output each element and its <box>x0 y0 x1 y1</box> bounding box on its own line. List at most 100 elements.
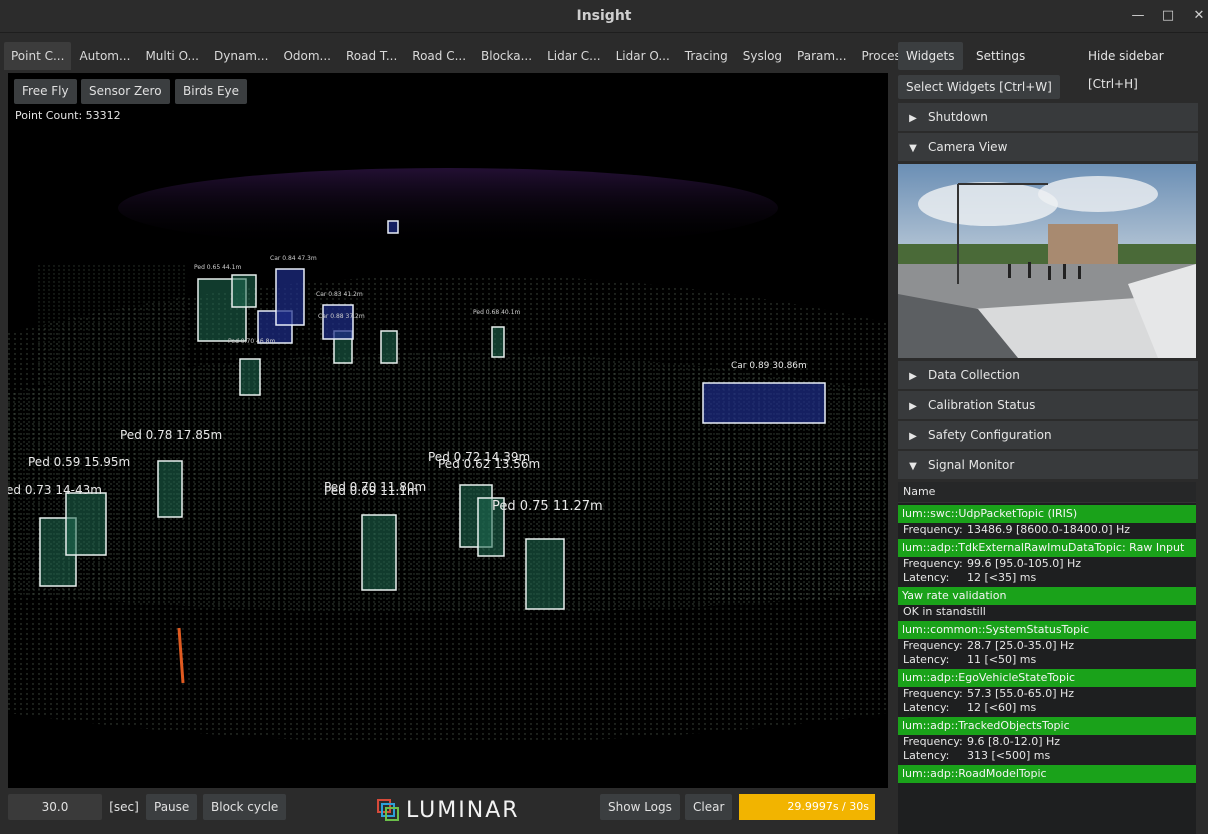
section-label: Data Collection <box>928 368 1020 382</box>
detection-label: Car 0.83 41.2m <box>316 291 363 298</box>
signal-row: Frequency: 57.3 [55.0-65.0] Hz <box>903 687 1075 700</box>
free-fly-button[interactable]: Free Fly <box>14 79 77 104</box>
birds-eye-button[interactable]: Birds Eye <box>175 79 248 104</box>
hide-sidebar-button[interactable]: Hide sidebar [Ctrl+H] <box>1080 42 1208 91</box>
detection-label: Car 0.84 47.3m <box>270 255 317 262</box>
column-header-name: Name <box>898 482 1196 503</box>
playback-bar: 30.0 [sec] Pause Block cycle LUMINAR Sho… <box>0 790 890 834</box>
tab-parameters[interactable]: Param... <box>790 42 853 70</box>
car-box-1 <box>702 382 826 424</box>
section-shutdown[interactable]: ▶ Shutdown <box>898 103 1198 131</box>
pause-button[interactable]: Pause <box>146 794 198 820</box>
signal-topic[interactable]: Yaw rate validation <box>898 587 1196 605</box>
tab-settings[interactable]: Settings <box>968 42 1033 70</box>
playback-progress: 29.9997s / 30s <box>739 794 875 820</box>
signal-monitor-list[interactable]: Name lum::swc::UdpPacketTopic (IRIS) Fre… <box>898 482 1196 834</box>
detection-label: ed 0.73 14-43m <box>8 483 102 497</box>
luminar-logo: LUMINAR <box>376 796 520 824</box>
tab-road-c[interactable]: Road C... <box>405 42 473 70</box>
signal-row: OK in standstill <box>903 605 986 618</box>
detection-label: Ped 0.68 40.1m <box>473 309 521 316</box>
car-box-4 <box>275 268 305 326</box>
ped-box-3 <box>157 460 183 518</box>
title-bar: Insight — □ ✕ <box>0 0 1208 33</box>
block-cycle-button[interactable]: Block cycle <box>203 794 287 820</box>
section-label: Calibration Status <box>928 398 1036 412</box>
tab-tracing[interactable]: Tracing <box>678 42 735 70</box>
signal-row: Frequency: 9.6 [8.0-12.0] Hz <box>903 735 1061 748</box>
cycle-time-input[interactable]: 30.0 <box>8 794 102 820</box>
logo-text: LUMINAR <box>406 797 520 823</box>
section-safety-configuration[interactable]: ▶ Safety Configuration <box>898 421 1198 449</box>
section-label: Camera View <box>928 140 1008 154</box>
section-signal-monitor[interactable]: ▼ Signal Monitor <box>898 451 1198 479</box>
ped-box-10 <box>380 330 398 364</box>
signal-row: Latency: 12 [<60] ms <box>903 701 1037 714</box>
detection-label: Ped 0.65 44.1m <box>194 264 242 271</box>
signal-topic[interactable]: lum::adp::TrackedObjectsTopic <box>898 717 1196 735</box>
tab-multi-object[interactable]: Multi O... <box>138 42 206 70</box>
show-logs-button[interactable]: Show Logs <box>600 794 680 820</box>
signal-topic[interactable]: lum::common::SystemStatusTopic <box>898 621 1196 639</box>
detection-label: Car 0.88 37.2m <box>318 313 365 320</box>
tab-dynamic[interactable]: Dynam... <box>207 42 275 70</box>
camera-view-image <box>898 164 1196 358</box>
chevron-right-icon: ▶ <box>909 431 917 442</box>
chevron-down-icon: ▼ <box>909 461 917 472</box>
select-widgets-button[interactable]: Select Widgets [Ctrl+W] <box>898 75 1060 99</box>
detection-label: Ped 0.69 11.1m <box>324 484 419 498</box>
section-data-collection[interactable]: ▶ Data Collection <box>898 361 1198 389</box>
detection-label: Car 0.89 30.86m <box>731 361 807 371</box>
tab-lidar-c[interactable]: Lidar C... <box>540 42 608 70</box>
ped-box-2 <box>65 492 107 556</box>
tab-widgets[interactable]: Widgets <box>898 42 963 70</box>
section-label: Signal Monitor <box>928 458 1015 472</box>
section-label: Shutdown <box>928 110 988 124</box>
section-calibration-status[interactable]: ▶ Calibration Status <box>898 391 1198 419</box>
clear-button[interactable]: Clear <box>685 794 733 820</box>
detection-label: Ped 0.78 17.85m <box>120 428 223 442</box>
signal-row: Latency: 313 [<500] ms <box>903 749 1051 762</box>
signal-topic[interactable]: lum::swc::UdpPacketTopic (IRIS) <box>898 505 1196 523</box>
tab-automation[interactable]: Autom... <box>72 42 137 70</box>
luminar-mark-icon <box>377 799 399 821</box>
detection-label: Ped 0.75 11.27m <box>492 499 603 514</box>
tab-point-cloud[interactable]: Point C... <box>4 42 72 70</box>
ped-box-7 <box>525 538 565 610</box>
signal-row: Frequency: 28.7 [25.0-35.0] Hz <box>903 639 1075 652</box>
signal-row: Frequency: 13486.9 [8600.0-18400.0] Hz <box>903 523 1131 536</box>
main-tab-bar: Point C... Autom... Multi O... Dynam... … <box>4 42 920 70</box>
point-cloud-viewport[interactable]: Free Fly Sensor Zero Birds Eye Point Cou… <box>8 73 888 788</box>
tab-road-topology[interactable]: Road T... <box>339 42 404 70</box>
car-box-3 <box>322 304 354 340</box>
signal-row: Frequency: 99.6 [95.0-105.0] Hz <box>903 557 1082 570</box>
tab-syslog[interactable]: Syslog <box>736 42 789 70</box>
signal-topic[interactable]: lum::adp::RoadModelTopic <box>898 765 1196 783</box>
signal-topic[interactable]: lum::adp::TdkExternalRawImuDataTopic: Ra… <box>898 539 1196 557</box>
tab-lidar-o[interactable]: Lidar O... <box>609 42 677 70</box>
time-unit-label: [sec] <box>109 800 139 814</box>
ped-box-8 <box>239 358 261 396</box>
signal-topic[interactable]: lum::adp::EgoVehicleStateTopic <box>898 669 1196 687</box>
minimize-icon[interactable]: — <box>1126 5 1150 27</box>
maximize-icon[interactable]: □ <box>1156 5 1180 27</box>
point-count-label: Point Count: 53312 <box>15 109 121 122</box>
car-box-5 <box>387 220 399 234</box>
tab-odometry[interactable]: Odom... <box>276 42 338 70</box>
window-title: Insight <box>576 8 632 24</box>
chevron-right-icon: ▶ <box>909 401 917 412</box>
close-icon[interactable]: ✕ <box>1187 5 1208 27</box>
detection-label: Ped 0.59 15.95m <box>28 455 131 469</box>
signal-row: Latency: 12 [<35] ms <box>903 571 1037 584</box>
ped-box-11 <box>491 326 505 358</box>
detection-label: Ped 0.70 46.8m <box>228 338 276 345</box>
chevron-right-icon: ▶ <box>909 371 917 382</box>
section-camera-view[interactable]: ▼ Camera View <box>898 133 1198 161</box>
chevron-down-icon: ▼ <box>909 143 917 154</box>
detection-label: Ped 0.62 13.56m <box>438 457 541 471</box>
tab-blockage[interactable]: Blocka... <box>474 42 539 70</box>
signal-row: Latency: 11 [<50] ms <box>903 653 1037 666</box>
sensor-zero-button[interactable]: Sensor Zero <box>81 79 170 104</box>
ped-box-4 <box>361 514 397 591</box>
ped-box-13 <box>231 274 257 308</box>
